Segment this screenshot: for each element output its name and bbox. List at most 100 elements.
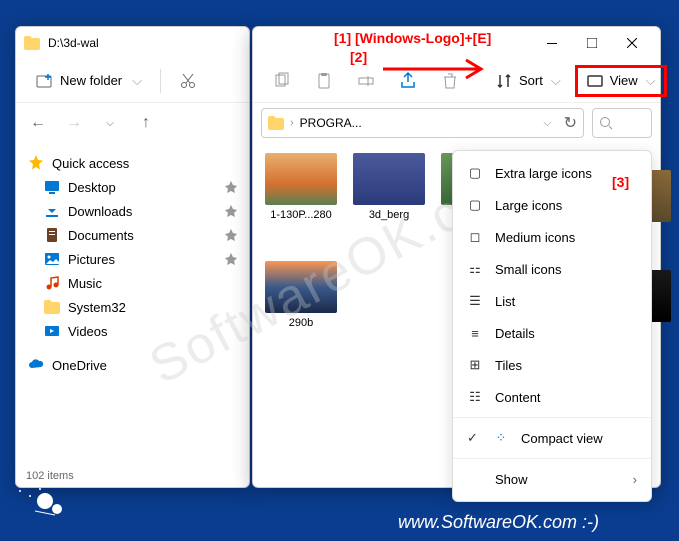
dropdown-details[interactable]: ≡Details (453, 317, 651, 349)
dropdown-small-icons[interactable]: ⚏ Small icons (453, 253, 651, 285)
chevron-down-icon: ⌵ (646, 73, 656, 89)
documents-icon (44, 227, 60, 243)
dropdown-compact-view[interactable]: ✓⁘Compact view (453, 422, 651, 454)
list-icon: ☰ (467, 293, 483, 309)
dropdown-list[interactable]: ☰ List (453, 285, 651, 317)
dd-label: Extra large icons (495, 166, 592, 181)
annotation-2: [2] (350, 49, 367, 65)
compact-icon: ⁘ (493, 430, 509, 446)
dd-label: Large icons (495, 198, 562, 213)
tiles-icon: ⊞ (467, 357, 483, 373)
square-icon: ▢ (467, 165, 483, 181)
view-label: View (610, 73, 638, 88)
sidebar-item-desktop[interactable]: Desktop (16, 175, 249, 199)
grid-icon: ⚏ (467, 261, 483, 277)
square-icon: ▢ (467, 197, 483, 213)
file-item[interactable]: 1-130P...280 (263, 153, 339, 249)
sidebar-label: Documents (68, 228, 134, 243)
file-label: 1-130P...280 (270, 209, 332, 222)
navbar: ← → ⌵ ↑ (16, 103, 249, 143)
dd-label: Content (495, 390, 541, 405)
chevron-down-icon[interactable]: ⌵ (543, 117, 551, 130)
forward-button[interactable]: → (60, 109, 88, 137)
dropdown-content[interactable]: ☷ Content (453, 381, 651, 413)
close-button[interactable] (612, 27, 652, 59)
refresh-button[interactable]: ↻ (564, 113, 577, 133)
sort-label: Sort (519, 73, 543, 88)
dd-label: Small icons (495, 262, 561, 277)
sparkle-decoration (15, 471, 75, 531)
blank-icon (467, 471, 483, 487)
thumbnail (265, 261, 337, 313)
sidebar-label: Music (68, 276, 102, 291)
dropdown-show[interactable]: Show › (453, 463, 651, 495)
sidebar-onedrive[interactable]: OneDrive (16, 353, 249, 377)
file-item[interactable]: 3d_berg (351, 153, 427, 249)
minimize-button[interactable] (532, 27, 572, 59)
chevron-down-icon: ⌵ (132, 73, 142, 89)
dropdown-medium-icons[interactable]: ◻Medium icons (453, 221, 651, 253)
sidebar-label: Desktop (68, 180, 116, 195)
separator (453, 458, 651, 459)
pin-icon (225, 229, 237, 241)
sidebar-item-downloads[interactable]: Downloads (16, 199, 249, 223)
onedrive-label: OneDrive (52, 358, 107, 373)
separator (160, 69, 161, 93)
red-arrow (378, 54, 498, 84)
chevron-down-icon: ⌵ (551, 73, 561, 89)
view-dropdown: ▢ Extra large icons ▢ Large icons ◻Medium … (452, 150, 652, 502)
up-button[interactable]: ↑ (132, 109, 160, 137)
file-label: 3d_berg (369, 209, 409, 222)
search-input[interactable] (592, 108, 652, 138)
dd-label: List (495, 294, 515, 309)
quick-access-label: Quick access (52, 156, 129, 171)
more-button[interactable]: ••• (671, 67, 679, 94)
toolbar: New folder ⌵ (16, 59, 249, 103)
folder-icon (44, 299, 60, 315)
sidebar-item-music[interactable]: Music (16, 271, 249, 295)
dropdown-tiles[interactable]: ⊞Tiles (453, 349, 651, 381)
new-folder-icon (36, 72, 54, 90)
new-folder-button[interactable]: New folder ⌵ (26, 66, 152, 96)
square-icon: ◻ (467, 229, 483, 245)
dropdown-large-icons[interactable]: ▢ Large icons (453, 189, 651, 221)
folder-icon (24, 36, 40, 50)
folder-icon (268, 116, 284, 130)
new-folder-label: New folder (60, 73, 122, 88)
sidebar-item-documents[interactable]: Documents (16, 223, 249, 247)
cut-button[interactable] (169, 66, 207, 96)
breadcrumb-segment[interactable]: PROGRA... (300, 116, 362, 130)
back-button[interactable]: ← (24, 109, 52, 137)
separator (453, 417, 651, 418)
star-icon (28, 155, 44, 171)
recent-dropdown[interactable]: ⌵ (96, 109, 124, 137)
footer-text: www.SoftwareOK.com :-) (398, 512, 599, 533)
paste-button[interactable] (305, 66, 343, 96)
music-icon (44, 275, 60, 291)
dd-label: Show (495, 472, 528, 487)
minimize-icon (547, 43, 557, 44)
sidebar-label: Videos (68, 324, 108, 339)
address-bar[interactable]: › PROGRA... ⌵ ↻ (261, 108, 584, 138)
sidebar-item-system32[interactable]: System32 (16, 295, 249, 319)
view-icon (586, 72, 604, 90)
chevron-right-icon: › (633, 472, 637, 487)
scissors-icon (179, 72, 197, 90)
dd-label: Compact view (521, 431, 603, 446)
content-icon: ☷ (467, 389, 483, 405)
pictures-icon (44, 251, 60, 267)
videos-icon (44, 323, 60, 339)
sidebar-item-videos[interactable]: Videos (16, 319, 249, 343)
downloads-icon (44, 203, 60, 219)
copy-button[interactable] (263, 66, 301, 96)
sidebar-item-pictures[interactable]: Pictures (16, 247, 249, 271)
details-icon: ≡ (467, 325, 483, 341)
chevron-right-icon: › (290, 117, 294, 129)
file-item[interactable]: 290b (263, 261, 339, 330)
window-title: D:\3d-wal (48, 36, 99, 50)
maximize-button[interactable] (572, 27, 612, 59)
sidebar-quick-access[interactable]: Quick access (16, 151, 249, 175)
navbar: › PROGRA... ⌵ ↻ (253, 103, 660, 143)
view-button[interactable]: View ⌵ (575, 65, 667, 97)
maximize-icon (587, 38, 597, 48)
